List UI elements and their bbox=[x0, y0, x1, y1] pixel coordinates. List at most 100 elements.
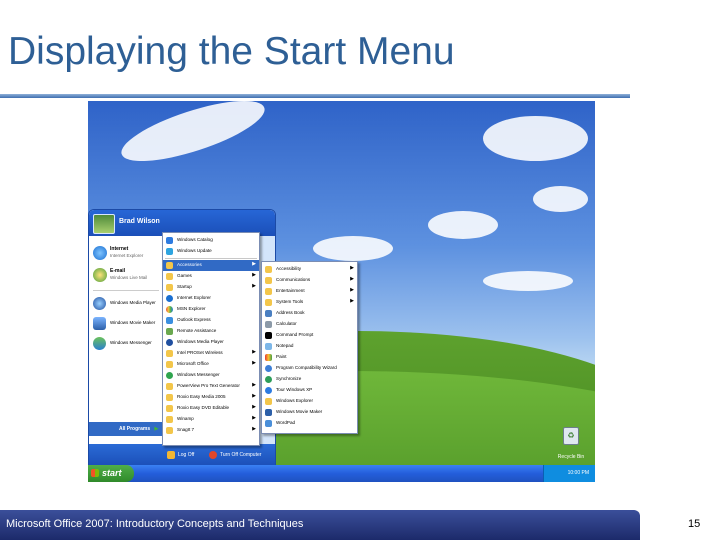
compatibility-wizard-icon bbox=[265, 365, 272, 372]
submenu-arrow-icon: ▶ bbox=[350, 276, 354, 282]
menu-item-winamp[interactable]: Winamp ▶ bbox=[163, 414, 259, 425]
taskbar: start 10:00 PM bbox=[88, 465, 595, 482]
submenu-arrow-icon: ▶ bbox=[252, 349, 256, 355]
menu-item-label: Accessories bbox=[177, 262, 202, 267]
msn-butterfly-icon bbox=[166, 306, 173, 313]
menu-item-msn-explorer[interactable]: MSN Explorer bbox=[163, 304, 259, 315]
menu-item-windows-catalog[interactable]: Windows Catalog bbox=[163, 235, 259, 246]
menu-item-paint[interactable]: Paint bbox=[262, 352, 357, 363]
menu-item-snagit[interactable]: SnagIt 7 ▶ bbox=[163, 425, 259, 436]
menu-item-games[interactable]: Games ▶ bbox=[163, 271, 259, 282]
menu-item-label: Synchronize bbox=[276, 376, 302, 381]
menu-item-label: Windows Catalog bbox=[177, 237, 213, 242]
menu-item-wordpad[interactable]: WordPad bbox=[262, 418, 357, 429]
menu-item-outlook-express[interactable]: Outlook Express bbox=[163, 315, 259, 326]
menu-item-label: Program Compatibility Wizard bbox=[276, 365, 337, 370]
folder-icon bbox=[166, 262, 173, 269]
menu-item-remote-assistance[interactable]: Remote Assistance bbox=[163, 326, 259, 337]
recent-item-media-player[interactable]: Windows Media Player bbox=[93, 296, 161, 312]
submenu-arrow-icon: ▶ bbox=[252, 272, 256, 278]
menu-item-windows-update[interactable]: Windows Update bbox=[163, 246, 259, 257]
menu-item-tour-windows[interactable]: Tour Windows XP bbox=[262, 385, 357, 396]
turn-off-label: Turn Off Computer bbox=[220, 452, 262, 458]
menu-item-program-compatibility[interactable]: Program Compatibility Wizard bbox=[262, 363, 357, 374]
command-prompt-icon bbox=[265, 332, 272, 339]
recycle-bin-label: Recycle Bin bbox=[557, 454, 585, 460]
turn-off-button[interactable]: Turn Off Computer bbox=[209, 450, 261, 460]
menu-item-roxio-media[interactable]: Roxio Easy Media 2005 ▶ bbox=[163, 392, 259, 403]
page-number: 15 bbox=[688, 518, 701, 530]
menu-item-roxio-dvd[interactable]: Roxio Easy DVD Editable ▶ bbox=[163, 403, 259, 414]
windows-catalog-icon bbox=[166, 237, 173, 244]
menu-item-microsoft-office[interactable]: Microsoft Office ▶ bbox=[163, 359, 259, 370]
menu-item-label: Windows Messenger bbox=[177, 372, 220, 377]
clock[interactable]: 10:00 PM bbox=[568, 470, 589, 476]
start-menu-footer: Log Off Turn Off Computer bbox=[89, 444, 275, 466]
recent-item-movie-maker[interactable]: Windows Movie Maker bbox=[93, 316, 161, 332]
menu-item-label: SnagIt 7 bbox=[177, 427, 195, 432]
menu-item-label: Calculator bbox=[276, 321, 297, 326]
menu-item-calculator[interactable]: Calculator bbox=[262, 319, 357, 330]
paint-icon bbox=[265, 354, 272, 361]
menu-item-startup[interactable]: Startup ▶ bbox=[163, 282, 259, 293]
start-button[interactable]: start bbox=[88, 465, 134, 482]
submenu-arrow-icon: ▶ bbox=[252, 360, 256, 366]
menu-item-label: MSN Explorer bbox=[177, 306, 206, 311]
email-icon bbox=[93, 268, 107, 282]
menu-item-windows-messenger[interactable]: Windows Messenger bbox=[163, 370, 259, 381]
movie-maker-icon bbox=[93, 317, 106, 330]
pinned-item-internet[interactable]: Internet Internet Explorer bbox=[93, 244, 161, 264]
menu-item-notepad[interactable]: Notepad bbox=[262, 341, 357, 352]
submenu-arrow-icon: ▶ bbox=[350, 298, 354, 304]
menu-item-intel-proset[interactable]: Intel PROSet Wireless ▶ bbox=[163, 348, 259, 359]
notepad-icon bbox=[265, 343, 272, 350]
menu-item-entertainment[interactable]: Entertainment ▶ bbox=[262, 286, 357, 297]
messenger-icon bbox=[166, 372, 173, 379]
submenu-arrow-icon: ▶ bbox=[252, 283, 256, 289]
submenu-arrow-icon: ▶ bbox=[252, 261, 256, 267]
menu-item-accessories[interactable]: Accessories ▶ bbox=[163, 260, 259, 271]
movie-maker-icon bbox=[265, 409, 272, 416]
menu-item-command-prompt[interactable]: Command Prompt bbox=[262, 330, 357, 341]
cloud-shape bbox=[313, 236, 393, 261]
menu-item-label: Roxio Easy DVD Editable bbox=[177, 405, 230, 410]
menu-item-accessibility[interactable]: Accessibility ▶ bbox=[262, 264, 357, 275]
menu-item-label: PowerView Pro Text Generator bbox=[177, 383, 240, 388]
menu-item-powerview[interactable]: PowerView Pro Text Generator ▶ bbox=[163, 381, 259, 392]
desktop-screenshot: ♻ Recycle Bin Brad Wilson Internet Inter… bbox=[88, 101, 595, 482]
media-player-icon bbox=[93, 297, 106, 310]
user-name: Brad Wilson bbox=[119, 218, 160, 225]
user-avatar[interactable] bbox=[93, 214, 115, 234]
calculator-icon bbox=[265, 321, 272, 328]
recent-item-label: Windows Media Player bbox=[110, 300, 156, 305]
menu-item-address-book[interactable]: Address Book bbox=[262, 308, 357, 319]
pinned-item-email[interactable]: E-mail Windows Live Mail bbox=[93, 266, 161, 286]
all-programs-button[interactable]: All Programs ▶ bbox=[89, 422, 163, 436]
menu-item-label: WordPad bbox=[276, 420, 296, 425]
recycle-bin-shortcut[interactable]: ♻ Recycle Bin bbox=[554, 427, 588, 463]
divider bbox=[93, 290, 159, 291]
menu-item-windows-media-player[interactable]: Windows Media Player bbox=[163, 337, 259, 348]
log-off-button[interactable]: Log Off bbox=[167, 450, 194, 460]
menu-item-label: Outlook Express bbox=[177, 317, 211, 322]
menu-item-label: Tour Windows XP bbox=[276, 387, 313, 392]
programs-menu: Windows Catalog Windows Update Accessori… bbox=[162, 232, 260, 446]
menu-item-windows-explorer[interactable]: Windows Explorer bbox=[262, 396, 357, 407]
folder-icon bbox=[265, 277, 272, 284]
slide-title: Displaying the Start Menu bbox=[8, 30, 455, 73]
recent-item-messenger[interactable]: Windows Messenger bbox=[93, 336, 161, 352]
all-programs-label: All Programs bbox=[119, 426, 151, 432]
menu-item-synchronize[interactable]: Synchronize bbox=[262, 374, 357, 385]
folder-icon bbox=[265, 266, 272, 273]
windows-flag-icon bbox=[91, 469, 99, 477]
windows-update-icon bbox=[166, 248, 173, 255]
menu-item-system-tools[interactable]: System Tools ▶ bbox=[262, 297, 357, 308]
menu-item-label: Accessibility bbox=[276, 266, 302, 271]
menu-item-movie-maker[interactable]: Windows Movie Maker bbox=[262, 407, 357, 418]
menu-item-communications[interactable]: Communications ▶ bbox=[262, 275, 357, 286]
menu-item-internet-explorer[interactable]: Internet Explorer bbox=[163, 293, 259, 304]
address-book-icon bbox=[265, 310, 272, 317]
folder-icon bbox=[166, 273, 173, 280]
wordpad-icon bbox=[265, 420, 272, 427]
tour-icon bbox=[265, 387, 272, 394]
